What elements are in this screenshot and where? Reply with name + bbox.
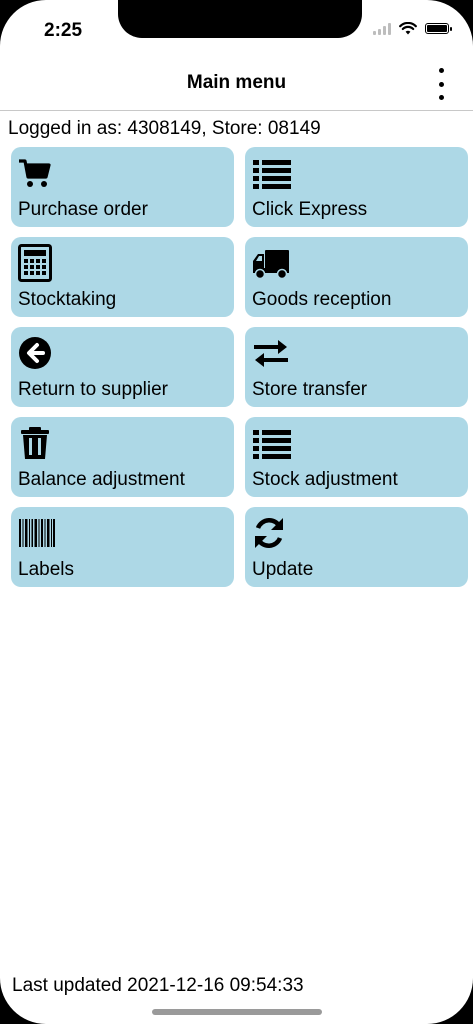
more-options-icon[interactable] — [433, 68, 449, 100]
navigation-bar: Main menu — [0, 56, 473, 111]
tile-label: Stocktaking — [18, 289, 117, 310]
status-time: 2:25 — [44, 20, 83, 41]
login-info: Logged in as: 4308149, Store: 08149 — [8, 118, 321, 139]
tile-purchase-order[interactable]: Purchase order — [11, 147, 234, 227]
tile-stock-adjustment[interactable]: 8 Stock adjustment — [245, 417, 468, 539]
tile-label: Stock adjustment — [252, 469, 398, 490]
wifi-icon — [399, 22, 417, 35]
tile-label: Purchase order — [18, 199, 148, 220]
tile-label: Store transfer — [252, 379, 368, 400]
tile-label: Click Express — [252, 199, 368, 220]
tile-balance-adjustment[interactable]: Balance adjustment — [11, 417, 234, 497]
tile-goods-reception[interactable]: 8 Goods reception — [245, 237, 468, 359]
menu-grid: Purchase order Click Express 12 — [11, 147, 469, 587]
tile-stocktaking[interactable]: 12 Stocktaking — [11, 237, 234, 359]
page-title: Main menu — [186, 72, 287, 93]
cart-icon — [19, 159, 51, 187]
tile-store-transfer[interactable]: 17 Store transfer — [245, 327, 468, 449]
last-updated: Last updated 2021-12-16 09:54:33 — [12, 975, 304, 996]
home-indicator[interactable] — [152, 1009, 322, 1015]
tile-label: Labels — [18, 559, 74, 580]
battery-icon — [425, 23, 452, 34]
barcode-icon — [19, 519, 55, 547]
tile-label: Goods reception — [252, 289, 392, 310]
tile-label: Update — [252, 559, 314, 580]
tile-update[interactable]: Update — [245, 507, 468, 587]
refresh-icon — [255, 518, 283, 548]
signal-icon — [373, 22, 391, 35]
tile-click-express[interactable]: Click Express — [245, 147, 468, 227]
exchange-arrows-icon — [254, 340, 288, 367]
phone-screen: 2:25 Main menu Logged in as: 4308149, St… — [0, 0, 473, 1024]
tile-label: Return to supplier — [18, 379, 168, 400]
truck-icon — [253, 250, 289, 280]
notch — [118, 0, 362, 38]
tile-labels[interactable]: Labels — [11, 507, 234, 587]
trash-icon — [21, 427, 49, 459]
list-icon — [253, 160, 291, 189]
calculator-icon — [18, 244, 52, 282]
tile-return-to-supplier[interactable]: Return to supplier — [11, 327, 234, 407]
list-icon — [253, 430, 291, 459]
tile-label: Balance adjustment — [18, 469, 185, 490]
status-icons — [373, 22, 452, 35]
arrow-left-circle-icon — [19, 337, 51, 369]
